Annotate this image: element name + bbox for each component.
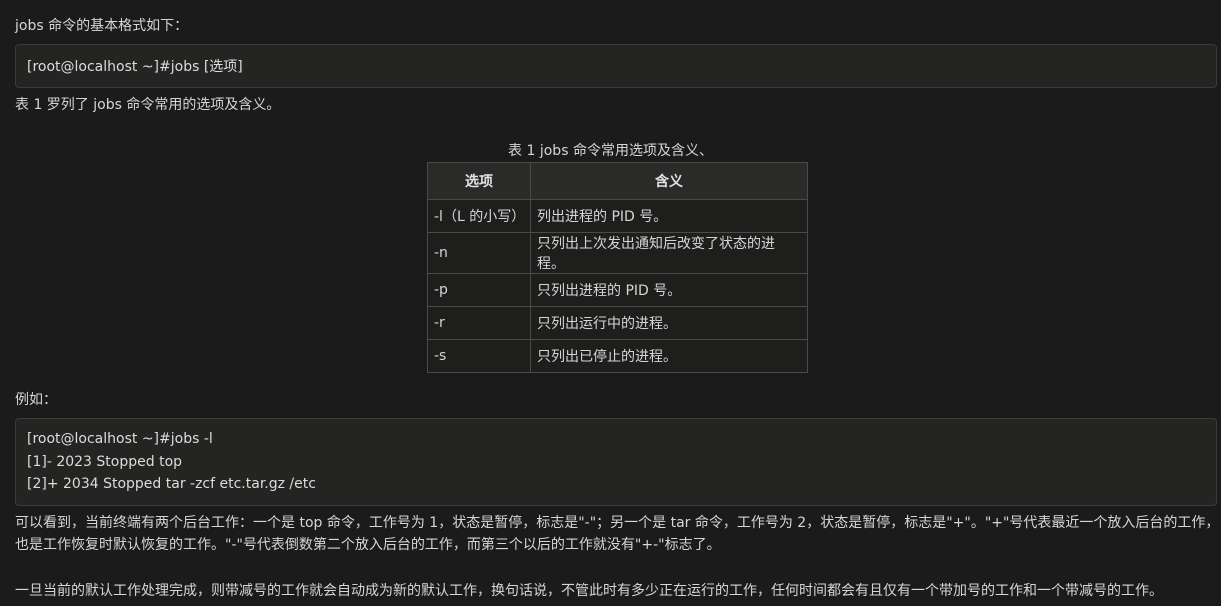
table-row: -p 只列出进程的 PID 号。 [427,273,808,307]
table-row: -r 只列出运行中的进程。 [427,306,808,340]
table-row: -n 只列出上次发出通知后改变了状态的进程。 [427,232,808,274]
conclusion-paragraph: 一旦当前的默认工作处理完成，则带减号的工作就会自动成为新的默认工作，换句话说，不… [15,583,1163,599]
table-cell-meaning: 只列出运行中的进程。 [530,306,808,340]
code-line: [1]- 2023 Stopped top [27,453,183,470]
table-intro-paragraph: 表 1 罗列了 jobs 命令常用的选项及含义。 [15,97,281,113]
table-cell-meaning: 只列出进程的 PID 号。 [530,273,808,307]
table-header-meaning: 含义 [530,162,808,200]
table-cell-meaning: 列出进程的 PID 号。 [530,199,808,233]
options-table: 选项 含义 -l（L 的小写） 列出进程的 PID 号。 -n 只列出上次发出通… [427,162,808,373]
table-cell-option: -n [427,232,531,274]
table-header-row: 选项 含义 [427,162,808,200]
example-label: 例如： [15,392,57,408]
example-code-block: [root@localhost ~]#jobs -l [1]- 2023 Sto… [15,418,1217,506]
explanation-paragraph: 可以看到，当前终端有两个后台工作：一个是 top 命令，工作号为 1，状态是暂停… [15,515,1220,553]
table-header-option: 选项 [427,162,531,200]
table-cell-option: -p [427,273,531,307]
table-row: -l（L 的小写） 列出进程的 PID 号。 [427,199,808,233]
table-cell-meaning: 只列出已停止的进程。 [530,339,808,373]
code-line: [2]+ 2034 Stopped tar -zcf etc.tar.gz /e… [27,476,316,492]
table-row: -s 只列出已停止的进程。 [427,339,808,373]
code-line: [root@localhost ~]#jobs -l [27,431,213,447]
table-caption: 表 1 jobs 命令常用选项及含义、 [508,143,713,159]
table-cell-option: -s [427,339,531,373]
table-cell-option: -r [427,306,531,340]
table-cell-option: -l（L 的小写） [427,199,531,233]
intro-paragraph: jobs 命令的基本格式如下： [15,18,189,34]
syntax-code-block: [root@localhost ~]#jobs [选项] [15,44,1217,88]
syntax-code-text: [root@localhost ~]#jobs [选项] [27,59,243,75]
table-cell-meaning: 只列出上次发出通知后改变了状态的进程。 [530,232,808,274]
